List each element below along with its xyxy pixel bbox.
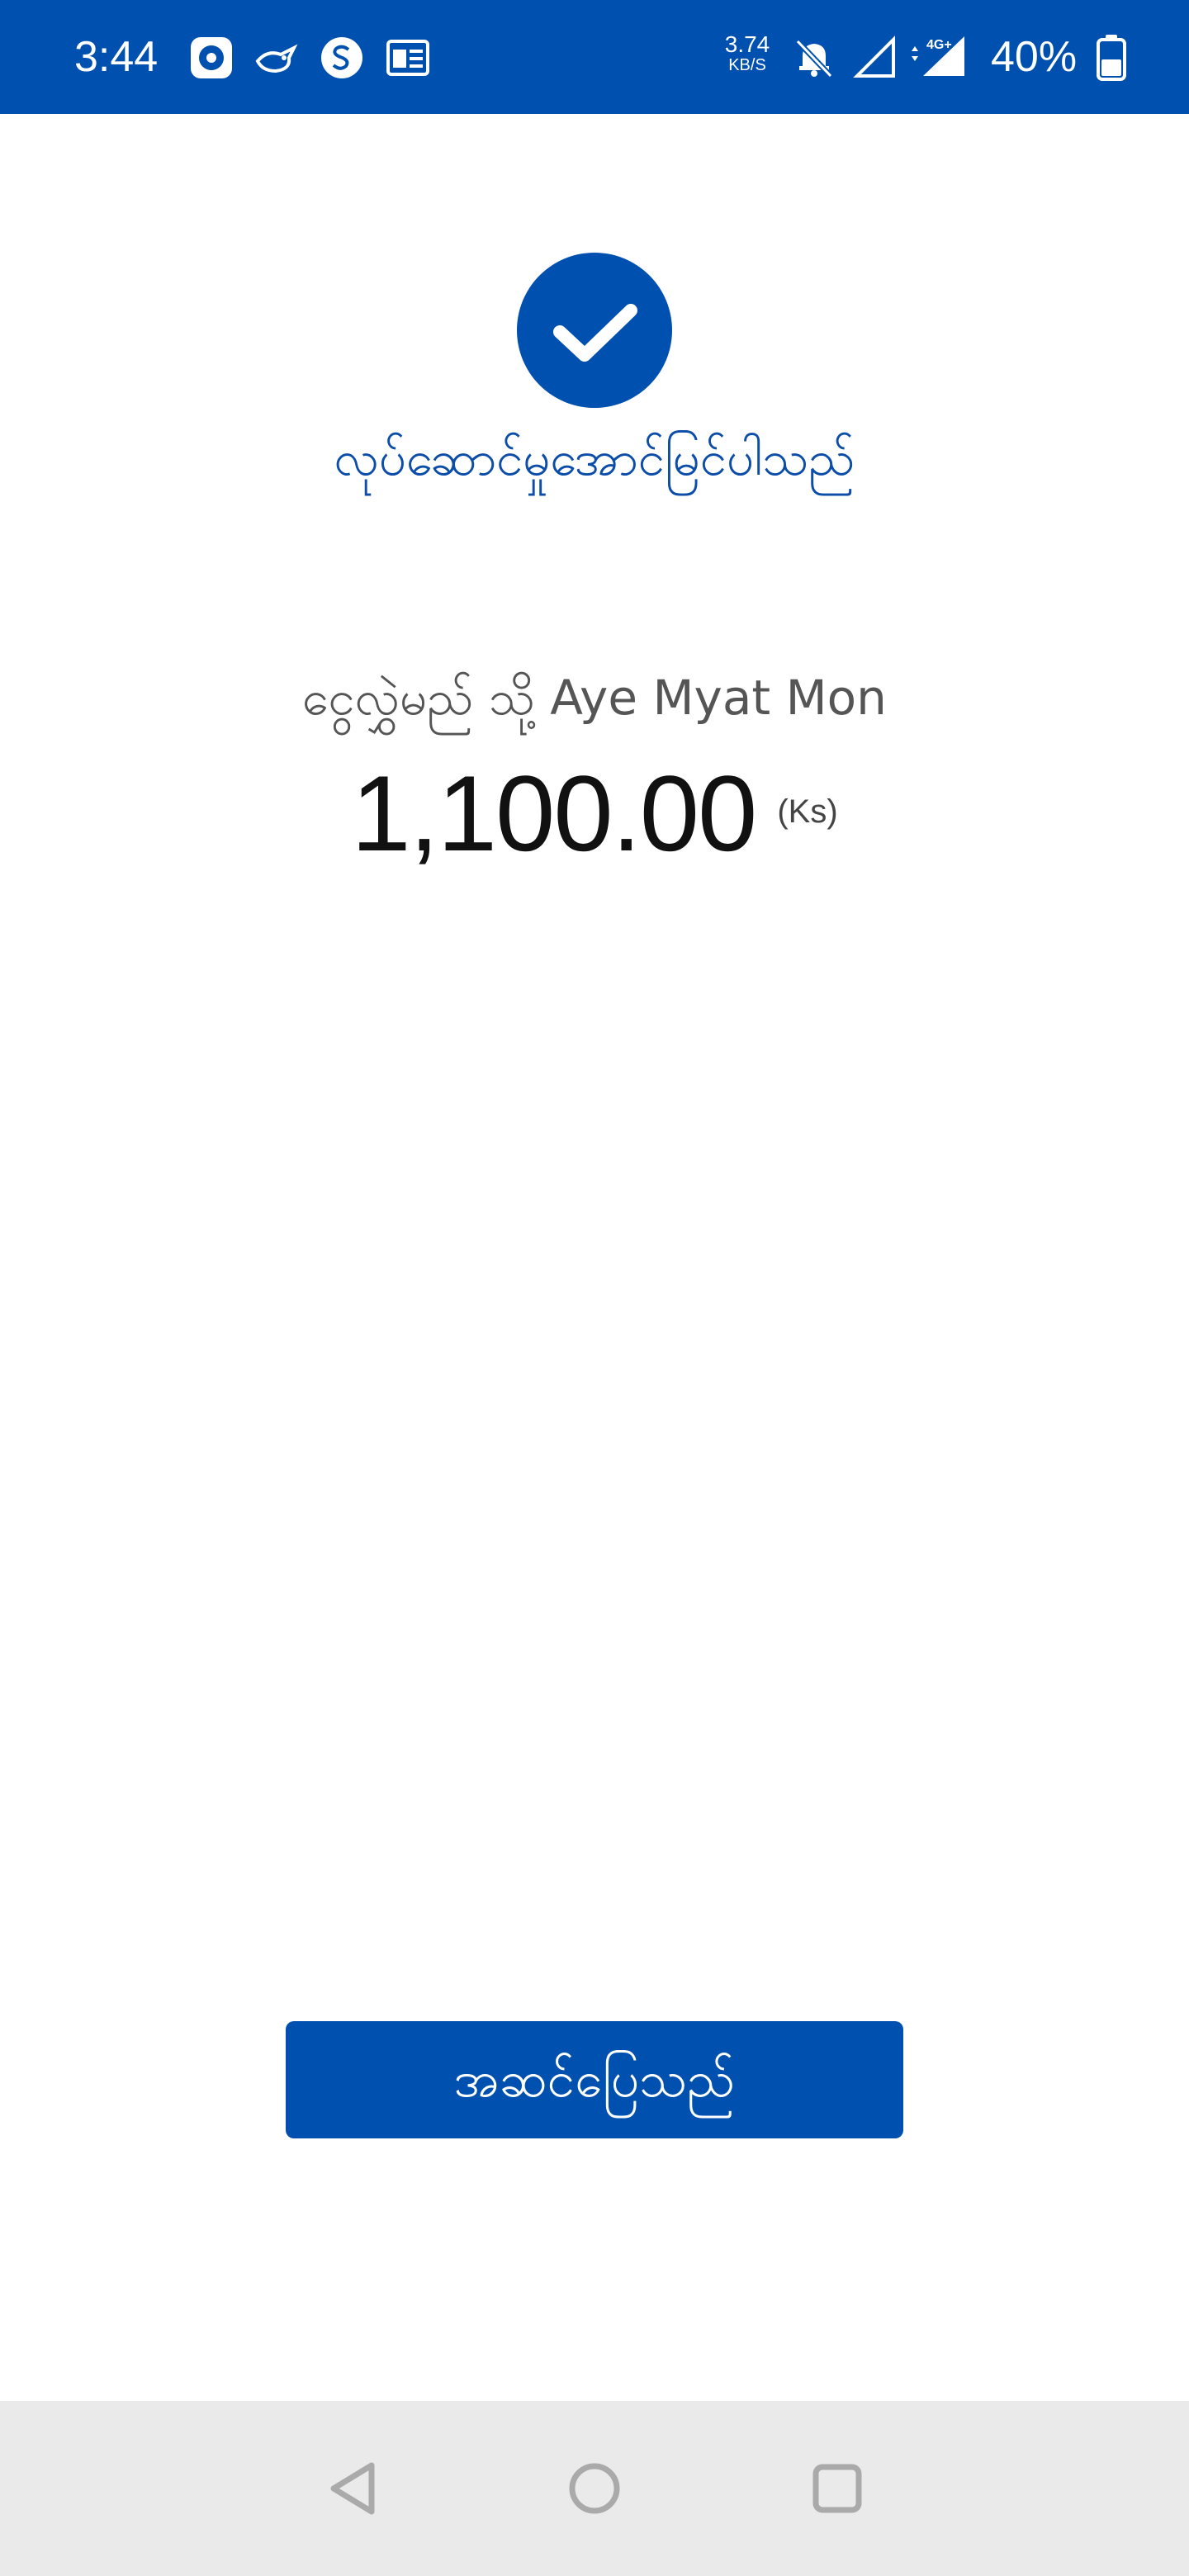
done-button[interactable]: အဆင်ပြေသည် — [286, 2021, 903, 2138]
bell-off-icon — [789, 33, 839, 83]
network-speed-value: 3.74 — [724, 31, 770, 57]
success-check-icon — [517, 253, 672, 408]
amount-value: 1,100.00 — [351, 753, 757, 874]
status-time: 3:44 — [74, 33, 159, 81]
back-icon[interactable] — [314, 2447, 396, 2530]
amount-display: 1,100.00 (Ks) — [0, 747, 1189, 879]
recipient-line: ငွေလွှဲမည် သို့ Aye Myat Mon — [302, 670, 887, 726]
navigation-bar — [0, 2401, 1189, 2576]
network-type-label: 4G+ — [926, 38, 952, 52]
network-speed-unit: KB/S — [728, 56, 766, 74]
media-icon — [187, 33, 236, 83]
battery-percent: 40% — [991, 33, 1078, 81]
recents-icon[interactable] — [796, 2447, 879, 2530]
signal-4g-icon: 4G+ — [908, 33, 974, 83]
currency-label: (Ks) — [777, 793, 838, 830]
success-title: လုပ်ဆောင်မှုအောင်မြင်ပါသည် — [334, 430, 855, 486]
status-bar: 3:44 3.74 KB/S 4G+ 40% — [0, 0, 1189, 114]
home-icon[interactable] — [553, 2447, 636, 2530]
battery-icon — [1093, 33, 1130, 83]
network-speed: 3.74 KB/S — [718, 31, 776, 75]
bird-icon — [251, 33, 301, 83]
signal-icon — [850, 33, 900, 83]
s-app-icon — [317, 33, 367, 83]
news-icon — [383, 33, 433, 83]
